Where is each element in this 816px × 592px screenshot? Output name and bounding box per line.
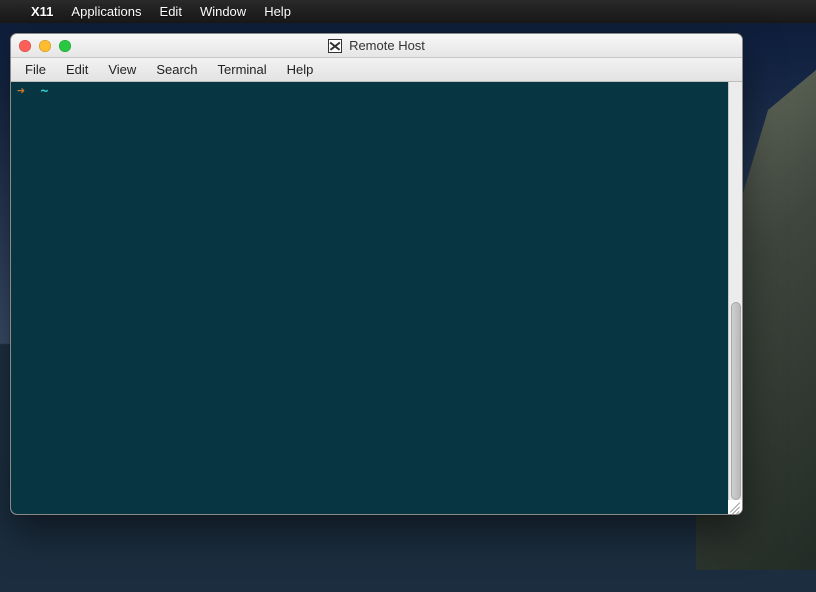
prompt-cwd: ~ <box>40 84 48 99</box>
menu-file[interactable]: File <box>15 58 56 82</box>
menubar-window[interactable]: Window <box>191 0 255 23</box>
active-app-name[interactable]: X11 <box>22 0 62 23</box>
window-menubar: File Edit View Search Terminal Help <box>11 58 742 82</box>
menu-view[interactable]: View <box>98 58 146 82</box>
scrollbar-thumb[interactable] <box>731 302 741 500</box>
menu-edit[interactable]: Edit <box>56 58 98 82</box>
vertical-scrollbar[interactable] <box>728 82 742 514</box>
traffic-lights <box>19 40 71 52</box>
menu-help[interactable]: Help <box>277 58 324 82</box>
minimize-button[interactable] <box>39 40 51 52</box>
window-titlebar[interactable]: Remote Host <box>11 34 742 58</box>
terminal-area: ➜ ~ <box>11 82 742 514</box>
menubar-edit[interactable]: Edit <box>151 0 191 23</box>
window-title: Remote Host <box>349 38 425 53</box>
menubar-applications[interactable]: Applications <box>62 0 150 23</box>
prompt-arrow-icon: ➜ <box>17 84 25 99</box>
terminal-content[interactable]: ➜ ~ <box>11 82 728 514</box>
close-button[interactable] <box>19 40 31 52</box>
menu-terminal[interactable]: Terminal <box>208 58 277 82</box>
resize-handle-icon[interactable] <box>728 500 742 514</box>
terminal-window: Remote Host File Edit View Search Termin… <box>10 33 743 515</box>
menubar-help[interactable]: Help <box>255 0 300 23</box>
desktop-background: X11 Applications Edit Window Help Remote… <box>0 0 816 592</box>
zoom-button[interactable] <box>59 40 71 52</box>
x11-icon <box>328 39 342 53</box>
menu-search[interactable]: Search <box>146 58 207 82</box>
macos-menubar[interactable]: X11 Applications Edit Window Help <box>0 0 816 23</box>
